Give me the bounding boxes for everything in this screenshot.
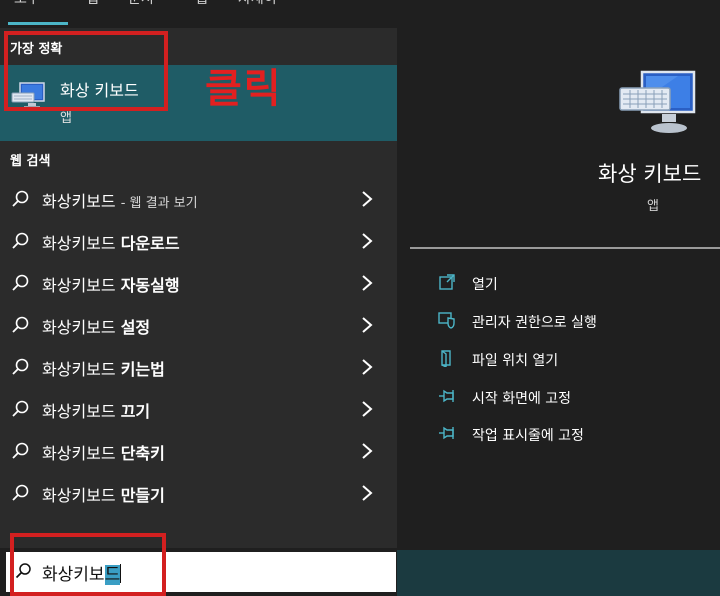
pin-icon [439,389,454,403]
chevron-right-icon [362,443,373,459]
web-result-keyword: 키는법 [120,360,165,379]
folder-icon [441,350,451,367]
web-result-row[interactable]: 화상키보드 키는법 [0,346,397,388]
action-label: 파일 위치 열기 [472,353,559,369]
detail-title: 화상 키보드 [598,162,702,186]
tab-more[interactable]: 자세히 [238,0,277,8]
shield-icon [438,312,455,329]
web-result-row[interactable]: 화상키보드 다운로드 [0,220,397,262]
web-result-row[interactable]: 화상키보드 설정 [0,304,397,346]
search-icon [12,400,29,417]
chevron-right-icon [362,191,373,207]
taskbar-strip [397,550,720,596]
web-result-row[interactable]: 화상키보드 - 웹 결과 보기 [0,178,397,220]
detail-divider [410,247,720,249]
tab-documents[interactable]: 문서 [128,0,154,8]
web-result-row[interactable]: 화상키보드 단축키 [0,430,397,472]
web-result-query: 화상키보드 [42,192,116,211]
web-result-keyword: 만들기 [120,486,165,505]
action-label: 작업 표시줄에 고정 [472,428,584,444]
web-result-query: 화상키보드 [42,360,121,379]
web-result-row[interactable]: 화상키보드 자동실행 [0,262,397,304]
highlight-box-search [10,533,166,596]
search-icon [12,316,29,333]
web-result-row[interactable]: 화상키보드 만들기 [0,472,397,514]
web-result-keyword: 다운로드 [120,234,180,253]
web-result-query: 화상키보드 [42,444,121,463]
click-annotation: 클릭 [205,66,283,112]
chevron-right-icon [362,359,373,375]
web-result-keyword: 단축키 [120,444,165,463]
action-label: 관리자 권한으로 실행 [472,315,597,331]
search-icon [12,190,29,207]
web-result-row[interactable]: 화상키보드 끄기 [0,388,397,430]
search-icon [12,442,29,459]
action-pin-to-taskbar[interactable]: 작업 표시줄에 고정 [436,419,716,449]
tab-apps[interactable]: 앱 [86,0,99,8]
on-screen-keyboard-icon [619,70,696,133]
search-icon [12,274,29,291]
web-result-keyword: 자동실행 [120,276,180,295]
web-result-query: 화상키보드 [42,486,121,505]
action-label: 열기 [472,277,498,293]
tab-web[interactable]: 웹 [195,0,208,8]
tab-all[interactable]: 모두 [14,0,40,8]
web-search-header: 웹 검색 [10,154,51,169]
action-open-file-location[interactable]: 파일 위치 열기 [436,344,716,374]
detail-subtitle: 앱 [647,199,659,214]
chevron-right-icon [362,233,373,249]
search-icon [12,232,29,249]
web-result-suffix: - 웹 결과 보기 [120,196,198,211]
active-tab-indicator [8,22,68,25]
search-icon [12,358,29,375]
action-open[interactable]: 열기 [436,268,716,298]
web-result-keyword: 설정 [120,318,151,337]
chevron-right-icon [362,275,373,291]
search-icon [12,484,29,501]
web-result-query: 화상키보드 [42,318,121,337]
chevron-right-icon [362,317,373,333]
web-result-keyword: 끄기 [120,402,151,421]
open-icon [439,274,455,290]
chevron-right-icon [362,485,373,501]
chevron-right-icon [362,401,373,417]
web-result-query: 화상키보드 [42,234,121,253]
action-pin-to-start[interactable]: 시작 화면에 고정 [436,382,716,412]
pin-icon [439,426,454,440]
top-tab-bar: 모두 앱 문서 웹 자세히 [0,0,720,28]
action-run-as-admin[interactable]: 관리자 권한으로 실행 [436,306,716,336]
detail-panel: 화상 키보드 앱 열기 관리자 권한으로 실행 파일 위치 열기 시작 화면에 … [410,28,720,548]
web-result-query: 화상키보드 [42,276,121,295]
web-result-query: 화상키보드 [42,402,121,421]
highlight-box-best-match [4,31,168,111]
action-label: 시작 화면에 고정 [472,391,572,407]
